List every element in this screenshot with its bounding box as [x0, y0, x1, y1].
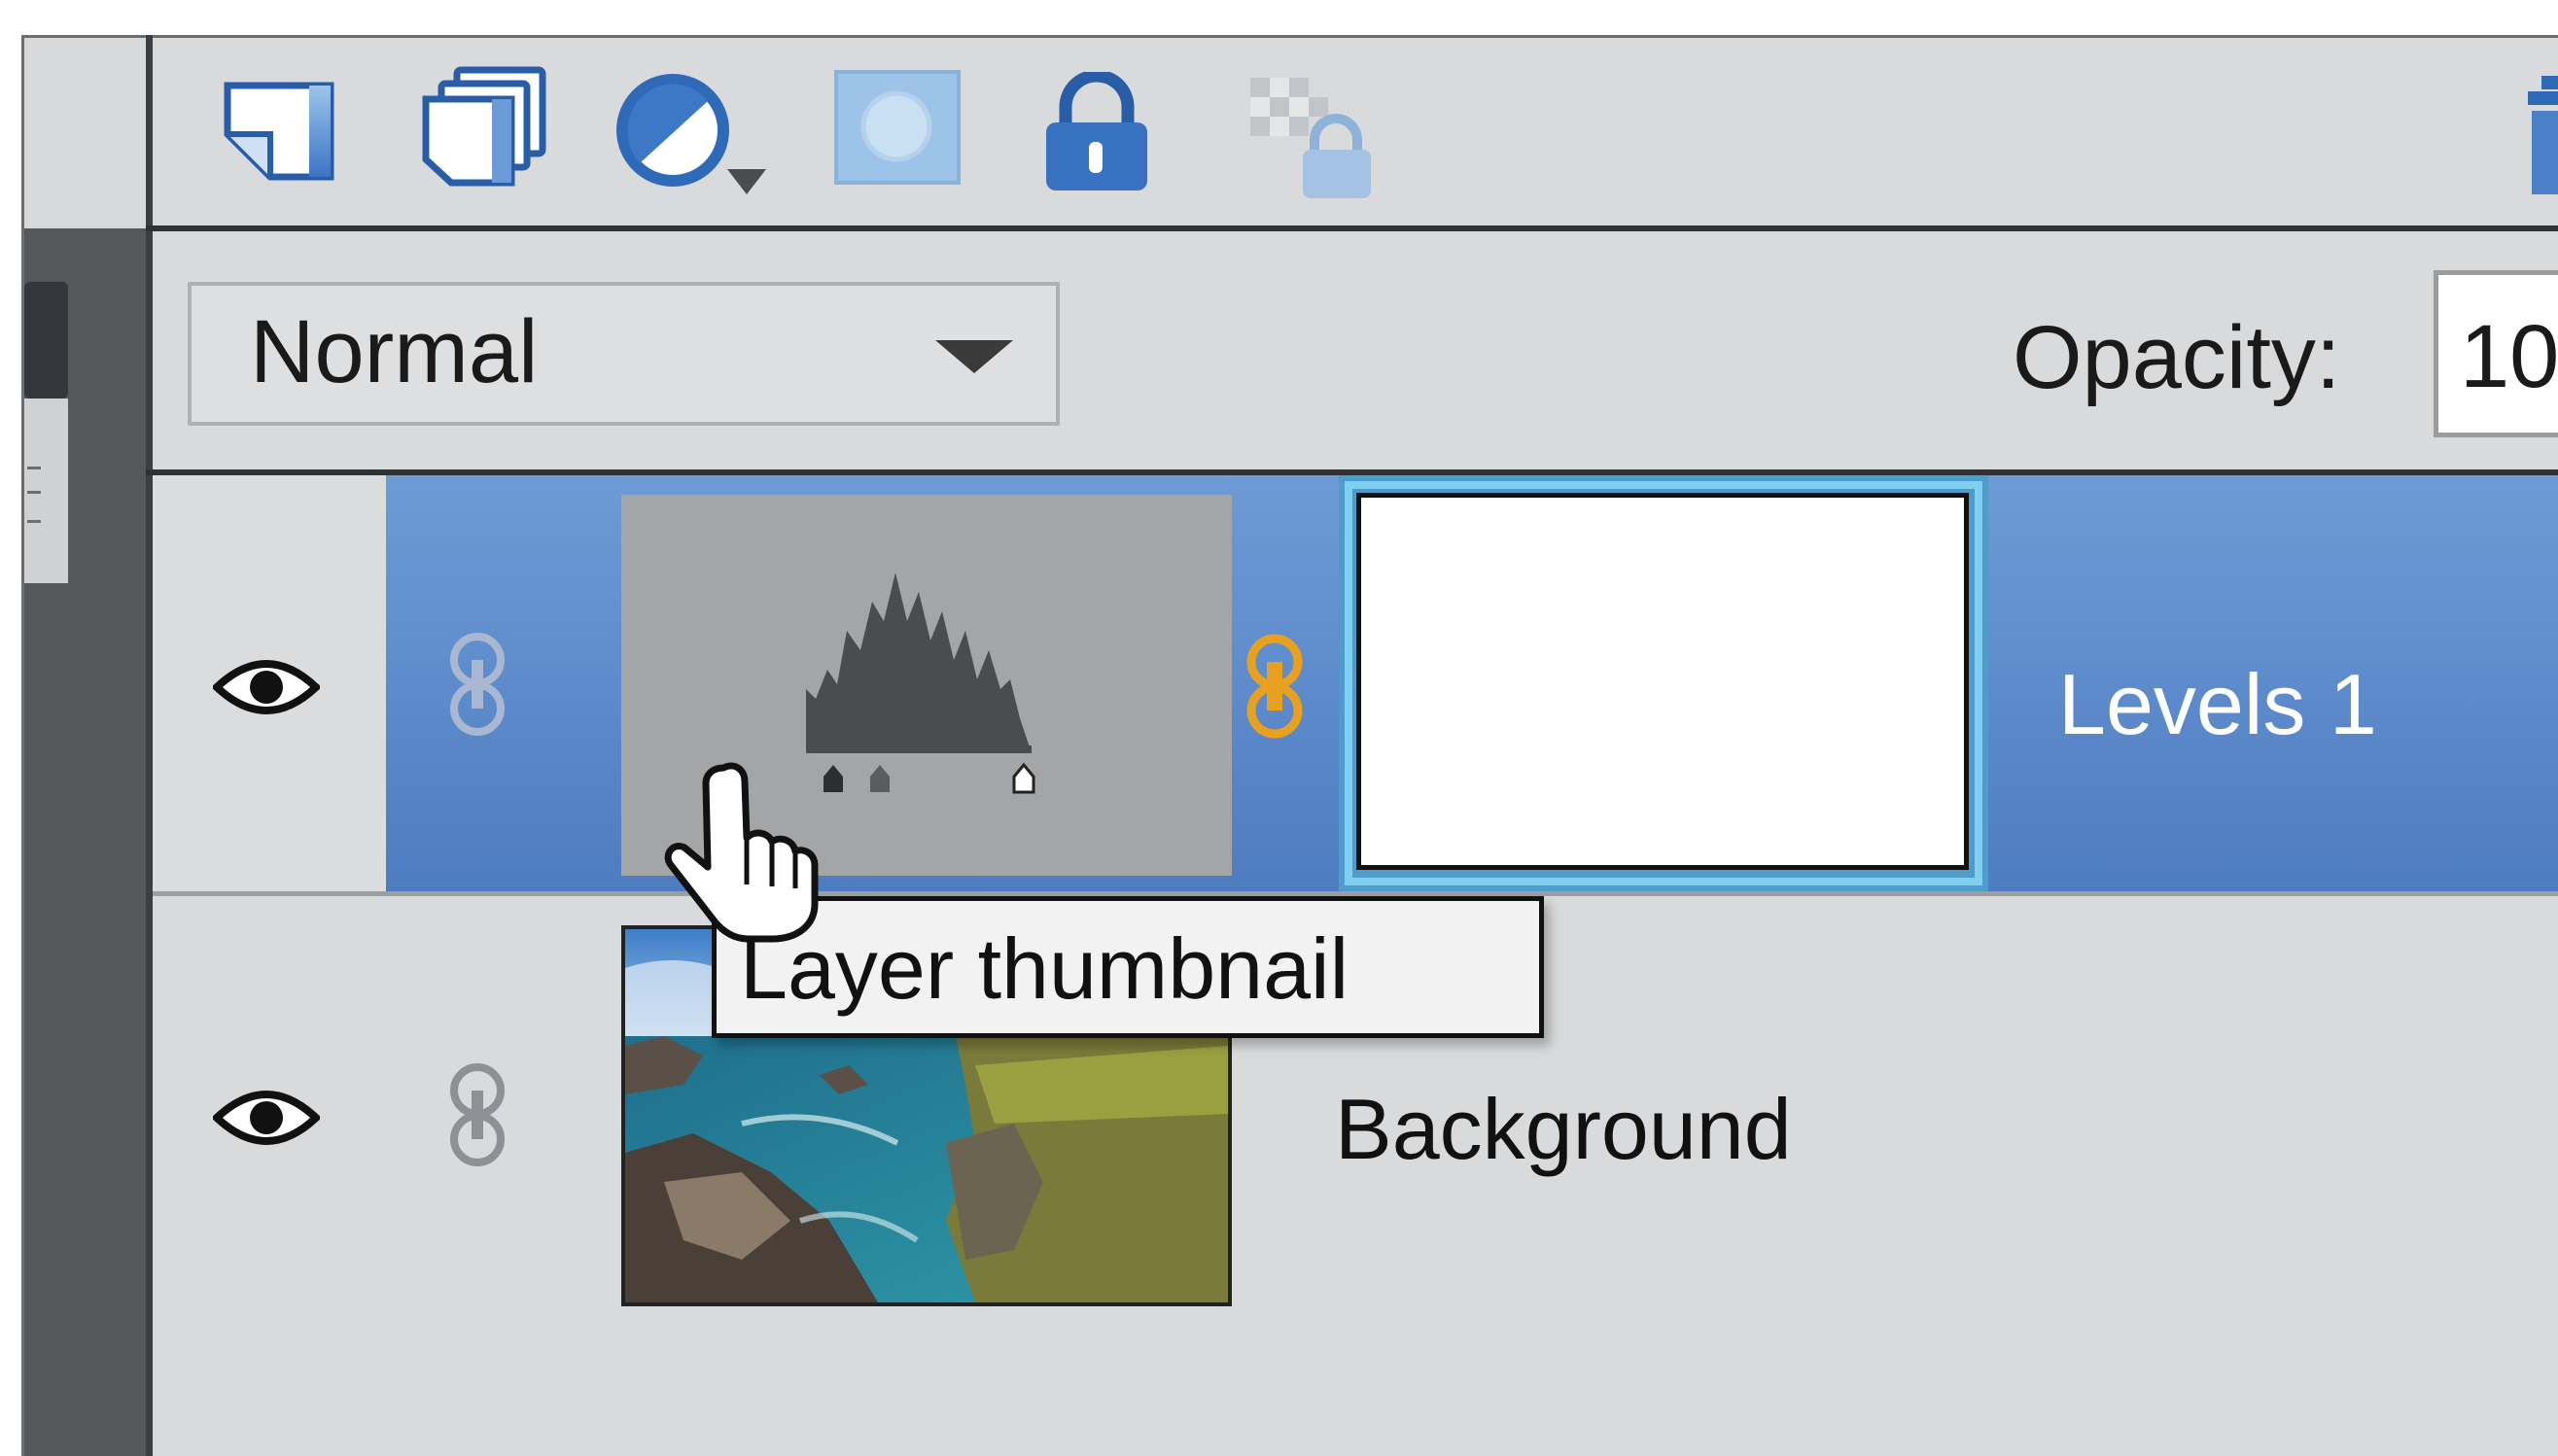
grip-icon[interactable] — [27, 467, 41, 523]
layer-row-levels[interactable]: Levels 1 — [153, 475, 2558, 891]
mask-preview — [1356, 493, 1969, 870]
mask-link-icon[interactable] — [1245, 633, 1304, 740]
link-icon[interactable] — [448, 631, 507, 738]
blend-mode-value: Normal — [250, 302, 539, 401]
tooltip-text: Layer thumbnail — [740, 920, 1349, 1017]
new-layer-icon[interactable] — [222, 70, 338, 187]
layer-mask-thumbnail[interactable] — [1339, 475, 1988, 891]
lock-all-icon[interactable] — [1042, 72, 1151, 192]
chevron-down-icon — [935, 340, 1013, 373]
tooltip: Layer thumbnail — [712, 896, 1544, 1038]
opacity-value: 10 — [2460, 307, 2558, 406]
layer-mask-icon[interactable] — [834, 70, 961, 185]
link-icon[interactable] — [448, 1061, 507, 1168]
blend-mode-dropdown[interactable]: Normal — [188, 282, 1060, 426]
hand-pointer-cursor-icon — [664, 762, 819, 943]
panel-side-strip — [24, 38, 149, 228]
opacity-label: Opacity: — [2013, 308, 2341, 407]
delete-layer-icon[interactable] — [2518, 72, 2558, 198]
adjustment-layer-icon[interactable] — [611, 66, 786, 202]
side-scroll-thumb[interactable] — [24, 282, 68, 399]
new-group-icon[interactable] — [418, 66, 549, 191]
eye-icon[interactable] — [213, 1085, 320, 1151]
toolbar-divider — [146, 225, 2558, 231]
layer-name[interactable]: Levels 1 — [2058, 656, 2377, 753]
lock-transparency-icon[interactable] — [1246, 74, 1373, 200]
opacity-field[interactable]: 10 — [2434, 270, 2558, 437]
panel-divider — [146, 35, 153, 1456]
layer-name[interactable]: Background — [1335, 1081, 1792, 1178]
eye-icon[interactable] — [213, 654, 320, 720]
